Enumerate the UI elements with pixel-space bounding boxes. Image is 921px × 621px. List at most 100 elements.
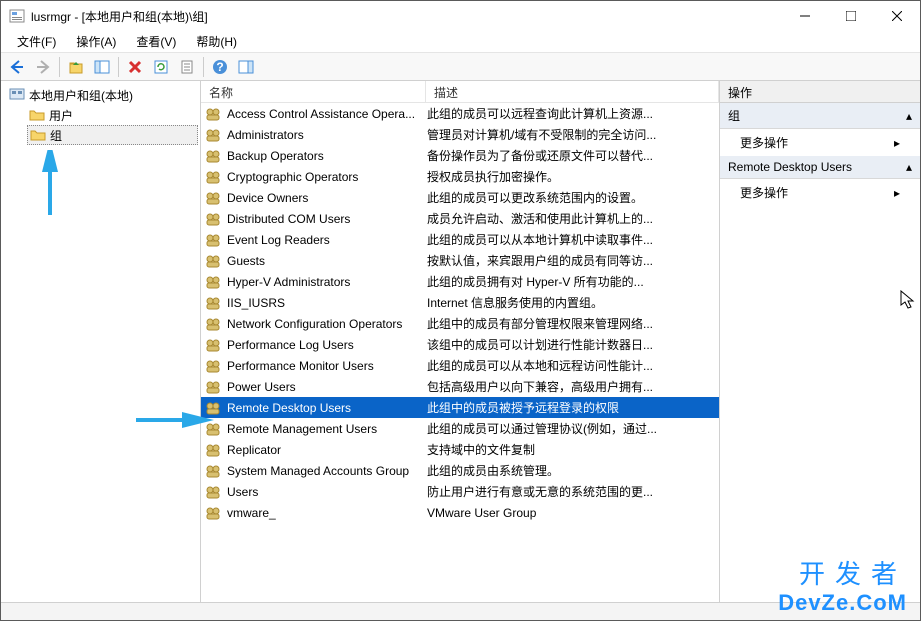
row-desc: 管理员对计算机/域有不受限制的完全访问... [427,126,719,143]
delete-button[interactable] [123,56,147,78]
group-icon [205,505,221,521]
column-desc[interactable]: 描述 [426,81,719,102]
row-name: Network Configuration Operators [227,317,427,331]
row-name: Cryptographic Operators [227,170,427,184]
menubar: 文件(F) 操作(A) 查看(V) 帮助(H) [1,31,920,53]
list-row[interactable]: IIS_IUSRSInternet 信息服务使用的内置组。 [201,292,719,313]
group-icon [205,169,221,185]
row-name: Event Log Readers [227,233,427,247]
list-row[interactable]: Cryptographic Operators授权成员执行加密操作。 [201,166,719,187]
tree-root-item[interactable]: 本地用户和组(本地) [7,85,198,105]
row-desc: Internet 信息服务使用的内置组。 [427,294,719,311]
group-icon [205,274,221,290]
tree-root-label: 本地用户和组(本地) [29,87,133,104]
row-name: Power Users [227,380,427,394]
app-icon [9,8,25,24]
list-row[interactable]: Device Owners此组的成员可以更改系统范围内的设置。 [201,187,719,208]
actions-pane: 操作 组 ▴ 更多操作 ▸ Remote Desktop Users ▴ 更多操… [720,81,920,602]
actions-section-label: 组 [728,107,740,124]
actions-section-selected[interactable]: Remote Desktop Users ▴ [720,156,920,179]
group-icon [205,484,221,500]
toolbar-separator [118,57,119,77]
row-desc: 授权成员执行加密操作。 [427,168,719,185]
actions-header: 操作 [720,81,920,103]
maximize-button[interactable] [828,1,874,31]
row-desc: 支持域中的文件复制 [427,441,719,458]
show-hide-action-pane-button[interactable] [234,56,258,78]
row-desc: VMware User Group [427,506,719,520]
collapse-icon: ▴ [906,160,912,174]
actions-more-groups[interactable]: 更多操作 ▸ [720,129,920,156]
group-icon [205,190,221,206]
export-list-button[interactable] [175,56,199,78]
group-icon [205,106,221,122]
row-desc: 按默认值，来宾跟用户组的成员有同等访... [427,252,719,269]
row-name: Device Owners [227,191,427,205]
tree-users-item[interactable]: 用户 [27,105,198,125]
menu-file[interactable]: 文件(F) [9,31,64,52]
group-icon [205,400,221,416]
group-icon [205,379,221,395]
tree-pane: 本地用户和组(本地) 用户 组 [1,81,201,602]
row-desc: 此组的成员可以从本地计算机中读取事件... [427,231,719,248]
list-row[interactable]: Guests按默认值，来宾跟用户组的成员有同等访... [201,250,719,271]
forward-button[interactable] [31,56,55,78]
folder-icon [29,107,45,123]
list-row[interactable]: System Managed Accounts Group此组的成员由系统管理。 [201,460,719,481]
show-hide-tree-button[interactable] [90,56,114,78]
row-name: Remote Desktop Users [227,401,427,415]
row-desc: 此组的成员可以通过管理协议(例如，通过... [427,420,719,437]
group-icon [205,232,221,248]
row-name: Performance Monitor Users [227,359,427,373]
actions-section-groups[interactable]: 组 ▴ [720,103,920,129]
actions-more-selected[interactable]: 更多操作 ▸ [720,179,920,206]
row-desc: 该组中的成员可以计划进行性能计数器日... [427,336,719,353]
group-icon [205,358,221,374]
computer-icon [9,87,25,103]
list-header: 名称 描述 [201,81,719,103]
column-name[interactable]: 名称 [201,81,426,102]
row-desc: 备份操作员为了备份或还原文件可以替代... [427,147,719,164]
group-icon [205,463,221,479]
folder-icon [30,127,46,143]
up-folder-button[interactable] [64,56,88,78]
row-name: Backup Operators [227,149,427,163]
toolbar-separator [59,57,60,77]
refresh-button[interactable] [149,56,173,78]
row-name: Guests [227,254,427,268]
submenu-icon: ▸ [894,136,900,150]
tree-groups-item[interactable]: 组 [27,125,198,145]
list-row[interactable]: Access Control Assistance Opera...此组的成员可… [201,103,719,124]
menu-action[interactable]: 操作(A) [68,31,124,52]
list-row[interactable]: Performance Monitor Users此组的成员可以从本地和远程访问… [201,355,719,376]
minimize-button[interactable] [782,1,828,31]
menu-view[interactable]: 查看(V) [128,31,184,52]
list-row[interactable]: Backup Operators备份操作员为了备份或还原文件可以替代... [201,145,719,166]
help-button[interactable]: ? [208,56,232,78]
group-icon [205,421,221,437]
row-name: Access Control Assistance Opera... [227,107,427,121]
list-row[interactable]: Replicator支持域中的文件复制 [201,439,719,460]
list-row[interactable]: Network Configuration Operators此组中的成员有部分… [201,313,719,334]
list-row[interactable]: Administrators管理员对计算机/域有不受限制的完全访问... [201,124,719,145]
back-button[interactable] [5,56,29,78]
menu-help[interactable]: 帮助(H) [188,31,245,52]
list-row[interactable]: Performance Log Users该组中的成员可以计划进行性能计数器日.… [201,334,719,355]
group-icon [205,211,221,227]
list-row[interactable]: Remote Desktop Users此组中的成员被授予远程登录的权限 [201,397,719,418]
list-row[interactable]: Remote Management Users此组的成员可以通过管理协议(例如，… [201,418,719,439]
list-row[interactable]: Hyper-V Administrators此组的成员拥有对 Hyper-V 所… [201,271,719,292]
list-row[interactable]: Distributed COM Users成员允许启动、激活和使用此计算机上的.… [201,208,719,229]
row-name: Performance Log Users [227,338,427,352]
list-row[interactable]: Users防止用户进行有意或无意的系统范围的更... [201,481,719,502]
collapse-icon: ▴ [906,109,912,123]
row-desc: 此组中的成员有部分管理权限来管理网络... [427,315,719,332]
row-name: Replicator [227,443,427,457]
svg-text:?: ? [216,60,223,74]
toolbar: ? [1,53,920,81]
list-row[interactable]: vmware_VMware User Group [201,502,719,523]
close-button[interactable] [874,1,920,31]
list-row[interactable]: Event Log Readers此组的成员可以从本地计算机中读取事件... [201,229,719,250]
list-row[interactable]: Power Users包括高级用户以向下兼容，高级用户拥有... [201,376,719,397]
row-desc: 此组的成员拥有对 Hyper-V 所有功能的... [427,273,719,290]
